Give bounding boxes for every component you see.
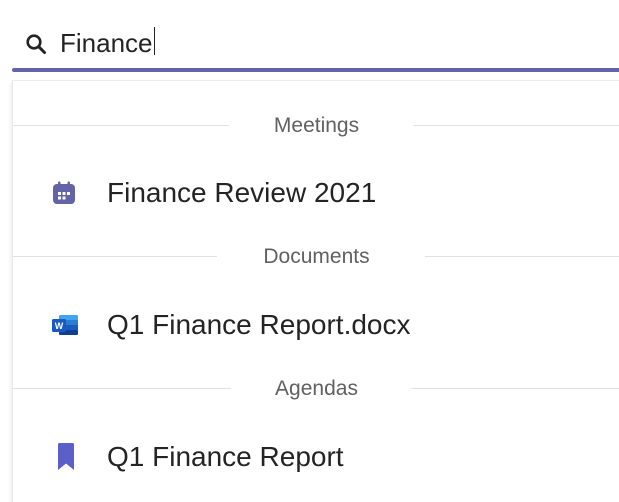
result-label: Q1 Finance Report [107,441,344,472]
result-item-q1-finance-report-docx[interactable]: W Q1 Finance Report.docx [13,297,619,353]
bookmark-icon [58,443,74,470]
search-results-dropdown: Meetings Finance Review 2021 Documents W… [12,80,619,502]
search-panel: Finance Meetings Finance Review 2021 Doc… [0,0,619,502]
text-caret [153,27,155,55]
search-focus-underline [12,68,619,72]
calendar-icon [53,181,75,204]
section-divider-right [425,256,619,257]
svg-text:W: W [55,321,64,331]
section-header-meetings: Meetings [13,111,619,141]
section-title-agendas: Agendas [275,377,358,400]
result-item-q1-finance-report-agenda[interactable]: Q1 Finance Report [13,429,619,485]
section-title-meetings: Meetings [273,114,360,137]
search-icon [26,34,46,54]
result-item-finance-review-2021[interactable]: Finance Review 2021 [13,165,619,221]
result-label: Q1 Finance Report.docx [107,309,411,340]
section-header-agendas: Agendas [13,374,619,404]
search-input[interactable]: Finance [60,26,600,60]
section-title-documents: Documents [263,245,370,268]
result-label: Finance Review 2021 [107,177,377,208]
section-divider-right [411,388,619,389]
search-bar[interactable]: Finance [12,18,619,68]
section-divider-right [413,125,619,126]
word-document-icon: W [52,315,78,335]
section-header-documents: Documents [13,242,619,272]
search-input-value: Finance [60,28,153,58]
